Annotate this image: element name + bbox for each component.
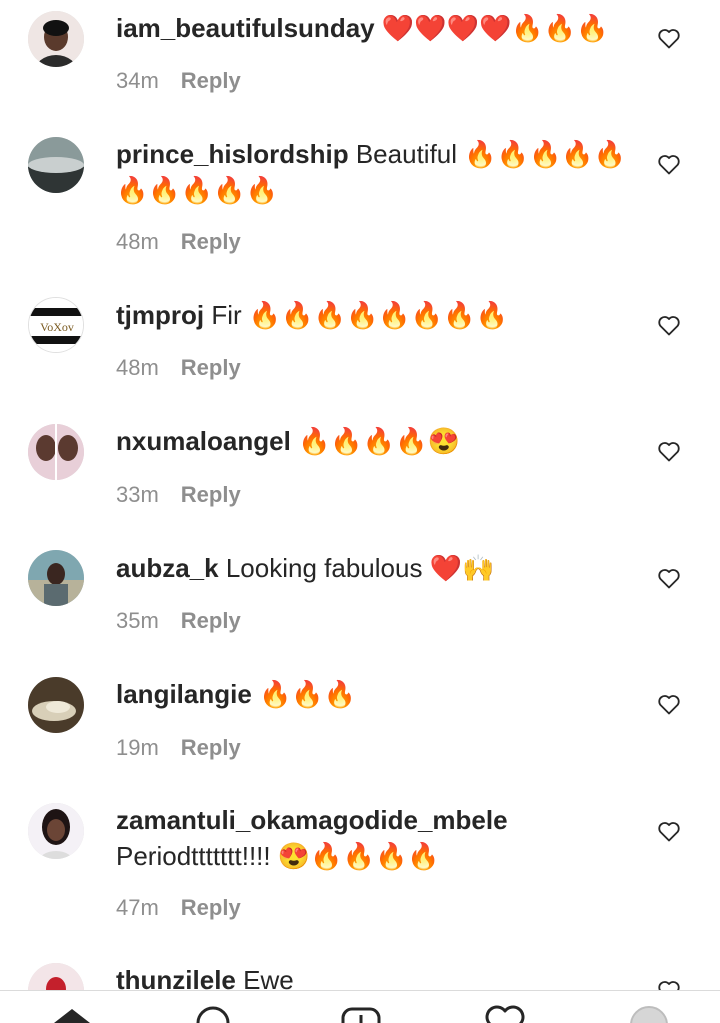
comment-username[interactable]: iam_beautifulsunday bbox=[116, 13, 375, 43]
comment-meta: 19m Reply bbox=[116, 735, 241, 761]
comment-text: aubza_k Looking fabulous ❤️🙌 bbox=[116, 550, 636, 586]
avatar[interactable] bbox=[28, 424, 84, 480]
comment-text: zamantuli_okamagodide_mbele Periodtttttt… bbox=[116, 802, 636, 874]
comment-username[interactable]: aubza_k bbox=[116, 553, 219, 583]
comment-username[interactable]: langilangie bbox=[116, 679, 252, 709]
reply-button[interactable]: Reply bbox=[181, 68, 241, 93]
like-heart-icon[interactable] bbox=[657, 693, 681, 715]
add-post-icon[interactable] bbox=[337, 1001, 385, 1023]
comment-time: 33m bbox=[116, 482, 159, 507]
avatar[interactable] bbox=[28, 803, 84, 859]
comment-meta: 47m Reply bbox=[116, 895, 241, 921]
comment-meta: 48m Reply bbox=[116, 355, 241, 381]
reply-button[interactable]: Reply bbox=[181, 229, 241, 254]
avatar-logo-text: VoXov bbox=[40, 320, 74, 334]
avatar[interactable] bbox=[28, 11, 84, 67]
comment-username[interactable]: nxumaloangel bbox=[116, 426, 291, 456]
comment-body: Fir 🔥🔥🔥🔥🔥🔥🔥🔥 bbox=[211, 300, 508, 330]
comment-body: 🔥🔥🔥🔥😍 bbox=[298, 426, 460, 456]
like-heart-icon[interactable] bbox=[657, 27, 681, 49]
profile-avatar[interactable] bbox=[625, 1001, 673, 1023]
comment-username[interactable]: prince_hislordship bbox=[116, 139, 349, 169]
like-heart-icon[interactable] bbox=[657, 820, 681, 842]
reply-button[interactable]: Reply bbox=[181, 482, 241, 507]
like-heart-icon[interactable] bbox=[657, 314, 681, 336]
reply-button[interactable]: Reply bbox=[181, 895, 241, 920]
comment-time: 48m bbox=[116, 229, 159, 254]
avatar[interactable]: VoXov bbox=[28, 297, 84, 353]
comment-meta: 34m Reply bbox=[116, 68, 241, 94]
comment-username[interactable]: tjmproj bbox=[116, 300, 204, 330]
comment-body: 🔥🔥🔥 bbox=[259, 679, 357, 709]
comment-meta: 48m Reply bbox=[116, 229, 241, 255]
comment-meta: 33m Reply bbox=[116, 482, 241, 508]
avatar[interactable] bbox=[28, 137, 84, 193]
like-heart-icon[interactable] bbox=[657, 440, 681, 462]
comment-time: 34m bbox=[116, 68, 159, 93]
bottom-nav-bar bbox=[0, 990, 720, 1023]
like-heart-icon[interactable] bbox=[657, 153, 681, 175]
reply-button[interactable]: Reply bbox=[181, 735, 241, 760]
comment-text: tjmproj Fir 🔥🔥🔥🔥🔥🔥🔥🔥 bbox=[116, 297, 636, 333]
comment-body: ❤️❤️❤️❤️🔥🔥🔥 bbox=[381, 13, 609, 43]
activity-heart-icon[interactable] bbox=[481, 1001, 529, 1023]
comment-time: 48m bbox=[116, 355, 159, 380]
avatar[interactable] bbox=[28, 550, 84, 606]
like-heart-icon[interactable] bbox=[657, 567, 681, 589]
comment-meta: 35m Reply bbox=[116, 608, 241, 634]
comment-text: prince_hislordship Beautiful 🔥🔥🔥🔥🔥🔥🔥🔥🔥🔥 bbox=[116, 136, 636, 208]
comment-time: 47m bbox=[116, 895, 159, 920]
comment-username[interactable]: zamantuli_okamagodide_mbele bbox=[116, 805, 508, 835]
comment-text: langilangie 🔥🔥🔥 bbox=[116, 676, 636, 712]
search-icon[interactable] bbox=[189, 1001, 237, 1023]
comment-text: nxumaloangel 🔥🔥🔥🔥😍 bbox=[116, 423, 636, 459]
comment-body: Looking fabulous ❤️🙌 bbox=[225, 553, 495, 583]
home-icon[interactable] bbox=[48, 1001, 96, 1023]
comment-time: 35m bbox=[116, 608, 159, 633]
reply-button[interactable]: Reply bbox=[181, 608, 241, 633]
comment-text: iam_beautifulsunday ❤️❤️❤️❤️🔥🔥🔥 bbox=[116, 10, 636, 46]
comment-time: 19m bbox=[116, 735, 159, 760]
reply-button[interactable]: Reply bbox=[181, 355, 241, 380]
avatar[interactable] bbox=[28, 677, 84, 733]
comment-body: Periodttttttt!!!! 😍🔥🔥🔥🔥 bbox=[116, 841, 440, 871]
